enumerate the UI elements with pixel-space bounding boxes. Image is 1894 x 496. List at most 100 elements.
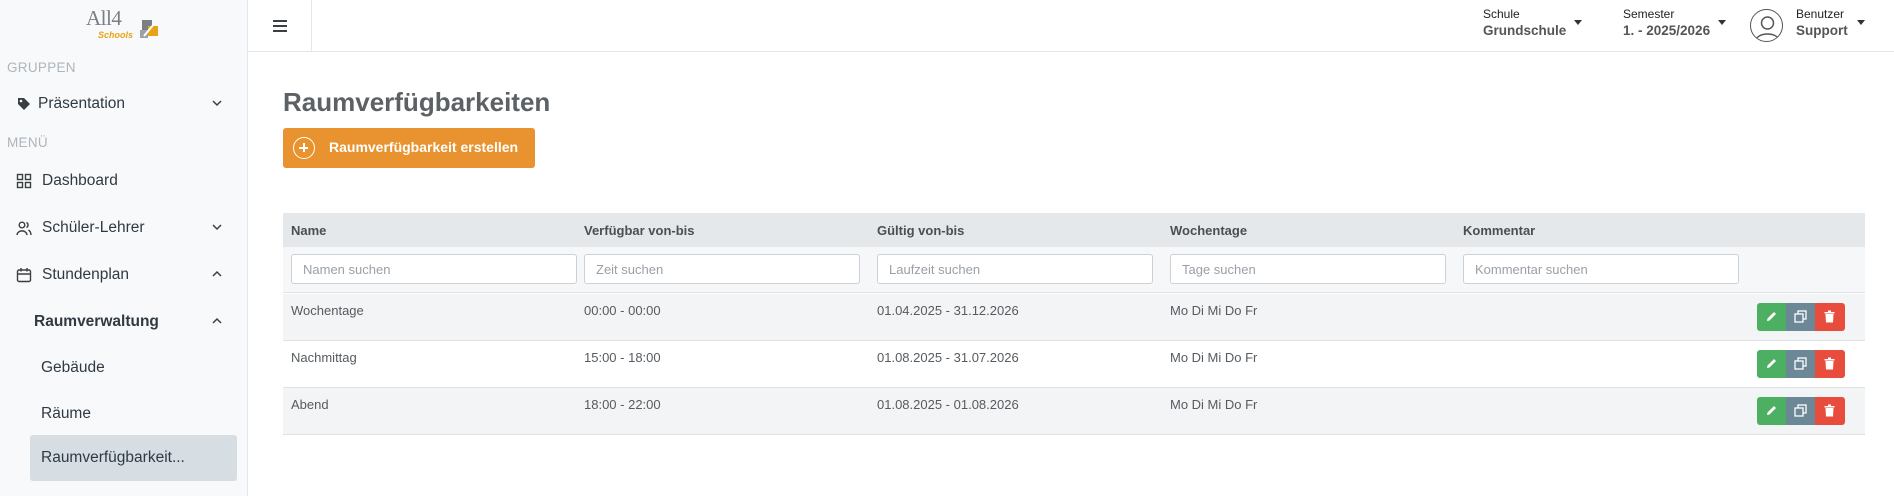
chevron-up-icon [212, 317, 222, 324]
trash-icon [1824, 357, 1835, 370]
column-header-available[interactable]: Verfügbar von-bis [584, 223, 695, 238]
school-caret-icon[interactable] [1574, 20, 1582, 25]
copy-button[interactable] [1786, 303, 1815, 331]
sidebar-item-label: Räume [41, 405, 91, 422]
user-value: Support [1796, 23, 1848, 38]
plus-circle-icon [293, 137, 315, 159]
logo-subtext: Schools [98, 30, 134, 40]
trash-icon [1824, 310, 1835, 323]
cell-name: Abend [291, 397, 329, 412]
filter-comment-input[interactable] [1463, 254, 1739, 284]
sidebar-section-menu: MENÜ [7, 135, 48, 150]
row-actions [1757, 303, 1845, 331]
table-row[interactable]: Wochentage 00:00 - 00:00 01.04.2025 - 31… [283, 294, 1865, 341]
users-icon [16, 221, 32, 236]
table-row[interactable]: Nachmittag 15:00 - 18:00 01.08.2025 - 31… [283, 341, 1865, 388]
edit-button[interactable] [1757, 303, 1786, 331]
user-caret-icon[interactable] [1857, 20, 1865, 25]
cell-time: 00:00 - 00:00 [584, 303, 661, 318]
tag-icon [18, 98, 30, 110]
sidebar-section-groups: GRUPPEN [7, 60, 76, 75]
copy-icon [1794, 404, 1807, 417]
cell-name: Wochentage [291, 303, 364, 318]
sidebar-item-label: Gebäude [41, 359, 105, 376]
calendar-icon [16, 268, 32, 283]
cell-valid: 01.08.2025 - 01.08.2026 [877, 397, 1019, 412]
filter-row [283, 247, 1865, 293]
chevron-down-icon [212, 224, 222, 231]
top-bar: All4 Schools Schule Grundschule Semester… [0, 0, 1894, 52]
cell-days: Mo Di Mi Do Fr [1170, 397, 1258, 412]
filter-days-input[interactable] [1170, 254, 1446, 284]
table-row[interactable]: Abend 18:00 - 22:00 01.08.2025 - 01.08.2… [283, 388, 1865, 435]
sidebar-item-label: Präsentation [38, 95, 126, 112]
sidebar: GRUPPEN Präsentation MENÜ Dashboard Schü… [0, 52, 248, 496]
grid-icon [16, 173, 32, 189]
cell-valid: 01.08.2025 - 31.07.2026 [877, 350, 1019, 365]
copy-button[interactable] [1786, 350, 1815, 378]
edit-button[interactable] [1757, 397, 1786, 425]
menu-toggle-button[interactable] [248, 0, 312, 52]
sidebar-item-rooms[interactable]: Räume [0, 394, 248, 434]
column-header-weekdays[interactable]: Wochentage [1170, 223, 1247, 238]
semester-select[interactable]: Semester 1. - 2025/2026 [1623, 7, 1710, 38]
cell-time: 15:00 - 18:00 [584, 350, 661, 365]
row-actions [1757, 350, 1845, 378]
user-menu[interactable]: Benutzer Support [1796, 7, 1848, 38]
semester-value: 1. - 2025/2026 [1623, 23, 1711, 38]
cell-days: Mo Di Mi Do Fr [1170, 350, 1258, 365]
sidebar-item-label: Raumverwaltung [34, 313, 159, 330]
chevron-down-icon [212, 100, 222, 107]
sidebar-item-label: Schüler-Lehrer [42, 219, 145, 236]
logo-mark-icon [140, 20, 158, 38]
column-header-name[interactable]: Name [291, 223, 326, 238]
trash-icon [1824, 404, 1835, 417]
sidebar-item-label: Stundenplan [42, 266, 130, 283]
cell-time: 18:00 - 22:00 [584, 397, 661, 412]
copy-button[interactable] [1786, 397, 1815, 425]
pencil-icon [1767, 312, 1776, 321]
school-value: Grundschule [1483, 23, 1567, 38]
sidebar-item-dashboard[interactable]: Dashboard [0, 161, 248, 201]
user-avatar-icon[interactable] [1750, 9, 1783, 42]
filter-time-input[interactable] [584, 254, 860, 284]
semester-label: Semester [1623, 7, 1675, 21]
sidebar-item-presentation[interactable]: Präsentation [0, 84, 248, 124]
app-logo[interactable]: All4 Schools [86, 6, 176, 46]
cell-valid: 01.04.2025 - 31.12.2026 [877, 303, 1019, 318]
sidebar-item-students-teachers[interactable]: Schüler-Lehrer [0, 208, 248, 248]
sidebar-item-label: Raumverfügbarkeit... [41, 449, 185, 466]
create-button-label: Raumverfügbarkeit erstellen [329, 139, 519, 155]
delete-button[interactable] [1815, 303, 1845, 331]
main-content: Raumverfügbarkeiten Raumverfügbarkeit er… [249, 52, 1894, 496]
school-label: Schule [1483, 7, 1520, 21]
cell-name: Nachmittag [291, 350, 357, 365]
logo-text: All4 [86, 6, 122, 30]
cell-days: Mo Di Mi Do Fr [1170, 303, 1258, 318]
sidebar-item-timetable[interactable]: Stundenplan [0, 255, 248, 295]
sidebar-item-buildings[interactable]: Gebäude [0, 348, 248, 388]
column-header-comment[interactable]: Kommentar [1463, 223, 1535, 238]
table-header: Name Verfügbar von-bis Gültig von-bis Wo… [283, 213, 1865, 247]
delete-button[interactable] [1815, 350, 1845, 378]
sidebar-item-room-availability[interactable]: Raumverfügbarkeit... [30, 435, 237, 481]
sidebar-item-room-management[interactable]: Raumverwaltung [0, 302, 248, 342]
hamburger-icon [272, 25, 287, 27]
create-room-availability-button[interactable]: Raumverfügbarkeit erstellen [283, 128, 535, 168]
user-label: Benutzer [1796, 7, 1845, 21]
sidebar-item-label: Dashboard [42, 172, 118, 189]
page-title: Raumverfügbarkeiten [283, 87, 551, 117]
row-actions [1757, 397, 1845, 425]
filter-duration-input[interactable] [877, 254, 1153, 284]
filter-name-input[interactable] [291, 254, 577, 284]
school-select[interactable]: Schule Grundschule [1483, 7, 1566, 38]
pencil-icon [1767, 406, 1776, 415]
copy-icon [1794, 357, 1807, 370]
column-header-valid[interactable]: Gültig von-bis [877, 223, 964, 238]
pencil-icon [1767, 359, 1776, 368]
copy-icon [1794, 310, 1807, 323]
edit-button[interactable] [1757, 350, 1786, 378]
semester-caret-icon[interactable] [1718, 20, 1726, 25]
logo-area: All4 Schools [0, 0, 248, 52]
delete-button[interactable] [1815, 397, 1845, 425]
